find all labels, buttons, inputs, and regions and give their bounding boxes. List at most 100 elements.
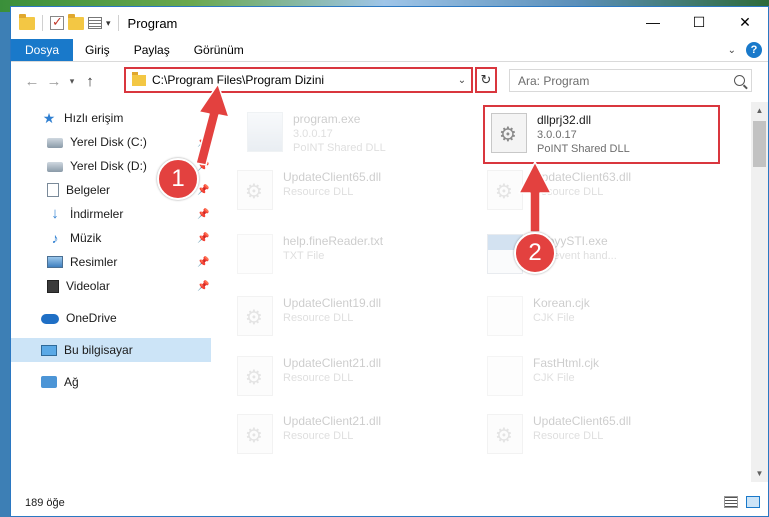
exe-file-icon	[247, 112, 283, 152]
file-item[interactable]: help.fineReader.txt TXT File	[237, 230, 477, 288]
pictures-icon	[47, 256, 63, 268]
folder-icon[interactable]	[19, 13, 35, 30]
file-item-dllprj32[interactable]: dllprj32.dll 3.0.0.17 PoINT Shared DLL	[491, 109, 731, 167]
details-view-icon[interactable]	[724, 496, 738, 508]
pin-icon[interactable]: 📌	[197, 137, 209, 148]
item-count: 189 öğe	[25, 497, 65, 509]
properties-check-icon[interactable]	[50, 14, 64, 30]
file-name: program.exe	[293, 112, 361, 126]
file-type: Resource DLL	[283, 312, 354, 324]
sidebar-item-label: OneDrive	[66, 311, 117, 325]
scrollbar-thumb[interactable]	[753, 121, 766, 167]
dll-file-icon	[237, 414, 273, 454]
step-2-badge: 2	[514, 232, 556, 274]
sidebar-item-label: Belgeler	[66, 183, 111, 197]
file-item[interactable]: program.exe 3.0.0.17 PoINT Shared DLL	[247, 108, 487, 166]
back-arrow-icon[interactable]: ←	[21, 73, 43, 90]
expand-ribbon-icon[interactable]: ⌄	[728, 45, 736, 56]
pin-icon[interactable]: 📌	[197, 257, 209, 268]
forward-arrow-icon[interactable]: →	[43, 73, 65, 90]
star-icon: ★	[42, 110, 56, 126]
sidebar-item-label: Ağ	[64, 375, 79, 389]
minimize-button[interactable]: —	[630, 7, 676, 37]
sidebar-item-downloads[interactable]: ↓ İndirmeler 📌	[11, 202, 211, 226]
vertical-scrollbar[interactable]: ▲ ▼	[751, 102, 768, 482]
address-bar[interactable]: C:\Program Files\Program Dizini ⌄	[124, 67, 473, 93]
file-item[interactable]: UpdateClient21.dll Resource DLL	[237, 352, 477, 410]
close-button[interactable]: ✕	[722, 7, 768, 37]
file-name: UpdateClient21.dll	[283, 356, 382, 370]
sidebar-item-label: Resimler	[70, 255, 118, 269]
pin-icon[interactable]: 📌	[197, 281, 209, 292]
tab-file[interactable]: Dosya	[11, 39, 74, 61]
tab-share[interactable]: Paylaş	[122, 39, 182, 61]
refresh-button[interactable]: ↻	[475, 67, 497, 93]
documents-icon	[47, 183, 59, 197]
sidebar-item-label: Yerel Disk (D:)	[70, 159, 147, 173]
file-type: CJK File	[533, 372, 575, 384]
file-type: Resource DLL	[283, 430, 354, 442]
scroll-down-icon[interactable]: ▼	[751, 465, 768, 482]
refresh-icon: ↻	[480, 72, 492, 87]
quick-access-toolbar: ▾	[11, 13, 122, 31]
pin-icon[interactable]: 📌	[197, 233, 209, 244]
drive-icon	[47, 162, 63, 172]
sidebar-item-music[interactable]: ♪ Müzik 📌	[11, 226, 211, 250]
sidebar-item-label: Bu bilgisayar	[64, 343, 133, 357]
tiles-view-icon[interactable]	[746, 496, 760, 508]
sidebar-item-pictures[interactable]: Resimler 📌	[11, 250, 211, 274]
file-item[interactable]: UpdateClient21.dll Resource DLL	[237, 410, 477, 468]
up-arrow-icon[interactable]: ↑	[79, 73, 101, 90]
sidebar-item-label: Müzik	[70, 231, 102, 245]
dll-file-icon	[237, 170, 273, 210]
help-button[interactable]: ?	[746, 42, 762, 58]
scroll-up-icon[interactable]: ▲	[751, 102, 768, 119]
new-folder-icon[interactable]	[68, 13, 84, 30]
customize-arrow-icon[interactable]: ▾	[106, 18, 111, 29]
recent-locations-icon[interactable]: ▾	[65, 76, 79, 87]
file-item[interactable]: UpdateClient65.dll Resource DLL	[487, 410, 727, 468]
file-item[interactable]: UpdateClient63.dll Resource DLL	[487, 166, 727, 224]
sidebar-item-label: Yerel Disk (C:)	[70, 135, 147, 149]
sidebar-item-videos[interactable]: Videolar 📌	[11, 274, 211, 298]
file-version: 3.0.0.17	[293, 128, 333, 140]
highlighted-file-box: dllprj32.dll 3.0.0.17 PoINT Shared DLL	[483, 105, 720, 164]
chevron-down-icon[interactable]: ⌄	[453, 75, 471, 86]
file-type: Resource DLL	[283, 372, 354, 384]
file-name: help.fineReader.txt	[283, 234, 384, 248]
explorer-window: ▾ Program — ☐ ✕ Dosya Giriş Paylaş Görün…	[10, 6, 769, 517]
file-version: 3.0.0.17	[537, 129, 577, 141]
dll-file-icon	[487, 170, 523, 210]
dll-file-icon	[237, 296, 273, 336]
view-buttons	[724, 496, 760, 508]
file-type: TXT File	[283, 250, 325, 262]
file-item[interactable]: UpdateClient65.dll Resource DLL	[237, 166, 477, 224]
maximize-button[interactable]: ☐	[676, 7, 722, 37]
downloads-icon: ↓	[51, 205, 59, 222]
txt-file-icon	[237, 234, 273, 274]
search-input[interactable]: Ara: Program	[509, 69, 752, 92]
sidebar-item-quick-access[interactable]: ★ Hızlı erişim	[11, 106, 211, 130]
sidebar-item-this-pc[interactable]: Bu bilgisayar	[11, 338, 211, 362]
file-item[interactable]: UpdateClient19.dll Resource DLL	[237, 292, 477, 350]
search-placeholder: Ara: Program	[518, 73, 590, 88]
sidebar-item-network[interactable]: Ağ	[11, 370, 211, 394]
file-description: PoINT Shared DLL	[293, 142, 386, 154]
properties-icon[interactable]	[88, 17, 102, 29]
tab-view[interactable]: Görünüm	[182, 39, 256, 61]
window-title: Program	[127, 15, 178, 31]
file-name: FastHtml.cjk	[533, 356, 599, 370]
pin-icon[interactable]: 📌	[197, 185, 209, 196]
sidebar-item-local-disk-c[interactable]: Yerel Disk (C:) 📌	[11, 130, 211, 154]
search-icon[interactable]	[734, 75, 745, 86]
this-pc-icon	[41, 344, 57, 356]
address-path[interactable]: C:\Program Files\Program Dizini	[152, 73, 453, 87]
file-name: UpdateClient21.dll	[283, 414, 382, 428]
tab-home[interactable]: Giriş	[73, 39, 122, 61]
sidebar-item-onedrive[interactable]: OneDrive	[11, 306, 211, 330]
pin-icon[interactable]: 📌	[197, 161, 209, 172]
dll-file-icon	[237, 356, 273, 396]
pin-icon[interactable]: 📌	[197, 209, 209, 220]
file-item[interactable]: Korean.cjk CJK File	[487, 292, 727, 350]
file-item[interactable]: FastHtml.cjk CJK File	[487, 352, 727, 410]
